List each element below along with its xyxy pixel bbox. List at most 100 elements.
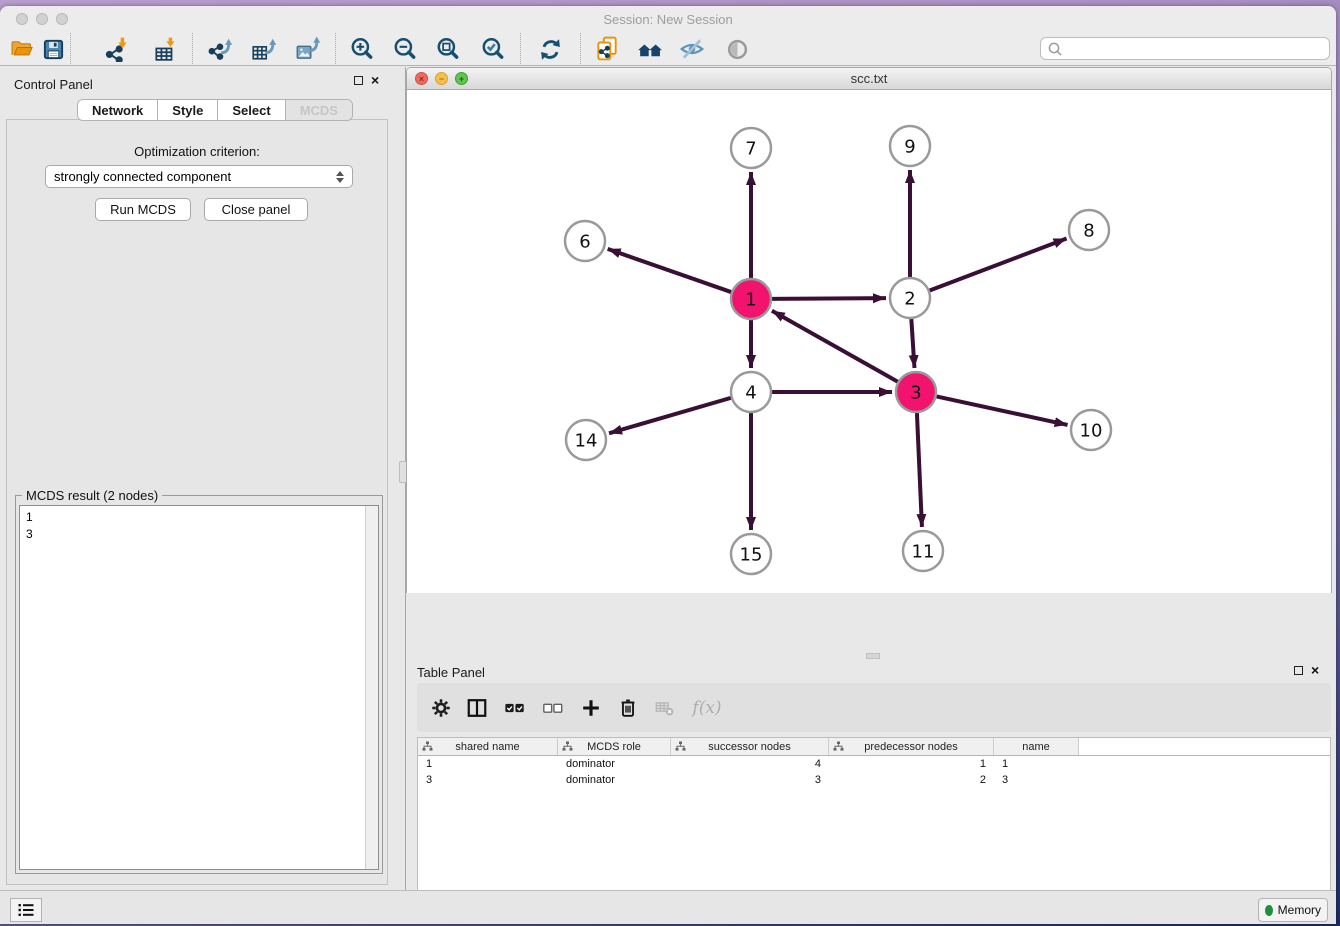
graph-edge-2-3[interactable] bbox=[911, 319, 914, 368]
tab-network[interactable]: Network bbox=[78, 100, 157, 120]
floppy-icon bbox=[42, 38, 65, 61]
import-network-icon[interactable] bbox=[103, 35, 131, 63]
content-area: Control Panel × NetworkStyleSelectMCDS O… bbox=[0, 67, 1336, 890]
select-all-rows-icon[interactable] bbox=[501, 694, 529, 722]
toolbar-separator bbox=[335, 33, 336, 64]
network-canvas[interactable]: 7 9 6 8 1 2 4 3 14 10 15 11 bbox=[407, 90, 1331, 593]
criterion-select[interactable]: strongly connected component bbox=[45, 165, 353, 188]
node-table-header: shared nameMCDS rolesuccessor nodesprede… bbox=[418, 738, 1330, 756]
graph-node-11[interactable]: 11 bbox=[903, 531, 943, 571]
table-toolbar: f(x) bbox=[417, 683, 1331, 732]
mcds-panel: Optimization criterion: strongly connect… bbox=[6, 119, 388, 885]
graph-node-4[interactable]: 4 bbox=[731, 372, 771, 412]
zoom-in-icon[interactable] bbox=[348, 35, 376, 63]
control-panel-controls: × bbox=[354, 76, 379, 85]
float-panel-icon[interactable] bbox=[1294, 666, 1303, 675]
zoom-out-icon[interactable] bbox=[391, 35, 419, 63]
table-cell: 4 bbox=[671, 756, 829, 772]
delete-column-icon[interactable] bbox=[614, 694, 642, 722]
refresh-layout-icon[interactable] bbox=[536, 35, 564, 63]
graph-node-2[interactable]: 2 bbox=[890, 278, 930, 318]
svg-text:3: 3 bbox=[910, 382, 921, 403]
tab-select[interactable]: Select bbox=[217, 100, 284, 120]
graph-node-8[interactable]: 8 bbox=[1069, 210, 1109, 250]
network-window-titlebar[interactable]: × − + scc.txt bbox=[407, 68, 1331, 90]
mcds-result-line: 3 bbox=[26, 526, 372, 543]
search-icon bbox=[1047, 41, 1063, 57]
column-header-shared-name[interactable]: shared name bbox=[418, 738, 558, 755]
svg-text:14: 14 bbox=[575, 430, 598, 451]
close-panel-button[interactable]: Close panel bbox=[204, 198, 308, 221]
mcds-result-box: MCDS result (2 nodes) 13 bbox=[15, 495, 383, 874]
graph-edge-3-1[interactable] bbox=[772, 311, 898, 382]
mcds-scrollbar[interactable] bbox=[365, 506, 378, 869]
graph-edge-1-6[interactable] bbox=[608, 249, 732, 292]
graph-node-10[interactable]: 10 bbox=[1071, 410, 1111, 450]
tab-mcds[interactable]: MCDS bbox=[285, 100, 352, 120]
zoom-fit-icon[interactable] bbox=[434, 35, 462, 63]
graph-node-6[interactable]: 6 bbox=[565, 221, 605, 261]
column-header-predecessor-nodes[interactable]: predecessor nodes bbox=[829, 738, 994, 755]
table-cell: 3 bbox=[671, 772, 829, 788]
table-cell: dominator bbox=[558, 772, 671, 788]
svg-text:15: 15 bbox=[740, 544, 763, 565]
graph-node-9[interactable]: 9 bbox=[890, 126, 930, 166]
export-network-icon[interactable] bbox=[206, 35, 234, 63]
run-mcds-button[interactable]: Run MCDS bbox=[95, 198, 191, 221]
zoom-selected-icon[interactable] bbox=[479, 35, 507, 63]
svg-text:10: 10 bbox=[1080, 420, 1103, 441]
graph-node-15[interactable]: 15 bbox=[731, 534, 771, 574]
tab-style[interactable]: Style bbox=[157, 100, 217, 120]
control-panel-tabs: NetworkStyleSelectMCDS bbox=[77, 99, 353, 121]
svg-text:4: 4 bbox=[745, 382, 756, 403]
table-row[interactable]: 1dominator411 bbox=[418, 756, 1330, 772]
table-row[interactable]: 3dominator323 bbox=[418, 772, 1330, 788]
close-panel-icon[interactable]: × bbox=[371, 76, 379, 85]
graph-edge-3-10[interactable] bbox=[937, 396, 1068, 424]
delete-table-icon bbox=[651, 694, 679, 722]
memory-button[interactable]: Memory bbox=[1258, 898, 1328, 922]
graph-edge-4-14[interactable] bbox=[609, 398, 731, 433]
column-header-name[interactable]: name bbox=[994, 738, 1079, 755]
table-cell: 1 bbox=[829, 756, 994, 772]
svg-text:9: 9 bbox=[904, 136, 915, 157]
graph-edge-1-2[interactable] bbox=[772, 298, 886, 299]
svg-text:11: 11 bbox=[912, 541, 935, 562]
graph-node-14[interactable]: 14 bbox=[566, 420, 606, 460]
export-table-icon[interactable] bbox=[249, 35, 277, 63]
import-table-icon[interactable] bbox=[151, 35, 179, 63]
column-header-successor-nodes[interactable]: successor nodes bbox=[671, 738, 829, 755]
mcds-result-line: 1 bbox=[26, 509, 372, 526]
task-history-icon[interactable] bbox=[10, 898, 42, 922]
mcds-result-text[interactable]: 13 bbox=[19, 505, 379, 870]
graph-node-1[interactable]: 1 bbox=[731, 279, 771, 319]
graph-edge-2-8[interactable] bbox=[930, 239, 1067, 291]
status-bar: Memory bbox=[0, 890, 1336, 924]
float-panel-icon[interactable] bbox=[354, 76, 363, 85]
open-session-icon[interactable] bbox=[8, 35, 36, 63]
table-cell: 3 bbox=[994, 772, 1079, 788]
birds-eye-view-icon[interactable] bbox=[723, 35, 751, 63]
table-settings-icon[interactable] bbox=[427, 694, 455, 722]
graph-node-3[interactable]: 3 bbox=[896, 372, 936, 412]
table-panel: Table Panel × bbox=[406, 659, 1336, 890]
column-header-mcds-role[interactable]: MCDS role bbox=[558, 738, 671, 755]
create-column-icon[interactable] bbox=[577, 694, 605, 722]
hide-graphics-details-icon[interactable] bbox=[678, 35, 706, 63]
svg-text:8: 8 bbox=[1083, 220, 1094, 241]
search-box bbox=[1040, 37, 1330, 60]
search-input[interactable] bbox=[1063, 41, 1323, 57]
table-panel-controls: × bbox=[1294, 666, 1319, 675]
svg-text:6: 6 bbox=[579, 231, 590, 252]
home-layout-icon[interactable] bbox=[636, 35, 664, 63]
graph-node-7[interactable]: 7 bbox=[731, 128, 771, 168]
clone-network-icon[interactable] bbox=[593, 35, 621, 63]
graph-edge-3-11[interactable] bbox=[917, 413, 922, 527]
export-image-icon[interactable] bbox=[293, 35, 321, 63]
save-session-icon[interactable] bbox=[39, 35, 67, 63]
function-builder-icon: f(x) bbox=[689, 694, 725, 722]
close-panel-icon[interactable]: × bbox=[1311, 666, 1319, 675]
toolbar-separator bbox=[580, 33, 581, 64]
column-browser-icon[interactable] bbox=[463, 694, 491, 722]
deselect-all-rows-icon[interactable] bbox=[539, 694, 567, 722]
